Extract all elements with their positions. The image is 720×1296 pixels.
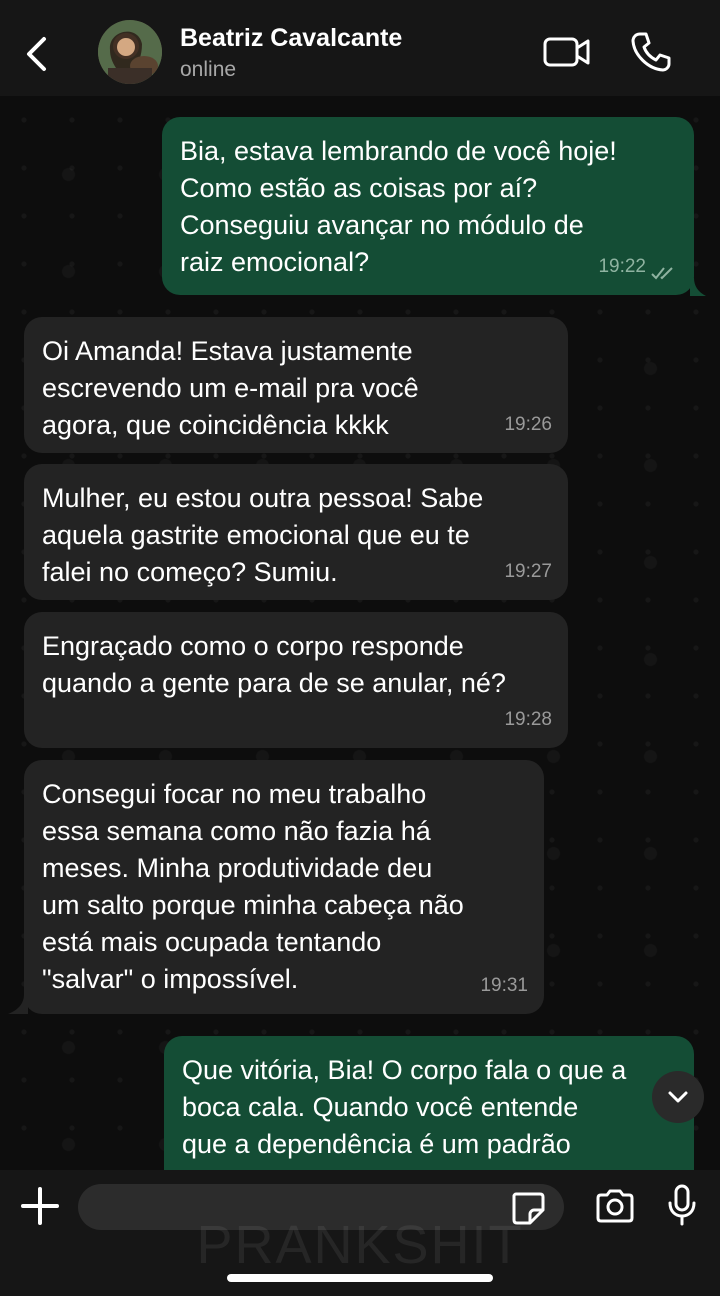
contact-name[interactable]: Beatriz Cavalcante bbox=[180, 24, 402, 53]
message-text: Oi Amanda! Estava justamente escrevendo … bbox=[42, 336, 419, 440]
bubble-tail bbox=[8, 994, 28, 1014]
read-ticks-icon bbox=[651, 267, 673, 280]
message-text: Mulher, eu estou outra pessoa! Sabe aque… bbox=[42, 483, 484, 587]
video-call-button[interactable] bbox=[542, 34, 592, 70]
message-time: 19:27 bbox=[504, 561, 552, 582]
back-chevron-icon bbox=[27, 37, 46, 71]
message-bubble-incoming[interactable]: Engraçado como o corpo responde quando a… bbox=[24, 612, 568, 748]
message-time: 19:22 bbox=[598, 256, 646, 277]
home-indicator[interactable] bbox=[227, 1274, 493, 1282]
chevron-down-icon bbox=[668, 1091, 688, 1103]
voice-call-button[interactable] bbox=[630, 30, 672, 74]
video-camera-icon bbox=[543, 37, 590, 67]
contact-status: online bbox=[180, 58, 237, 81]
message-time: 19:26 bbox=[504, 414, 552, 435]
scroll-to-bottom-button[interactable] bbox=[652, 1071, 704, 1123]
avatar-photo bbox=[98, 20, 162, 84]
bubble-tail bbox=[690, 278, 706, 296]
message-text: Que vitória, Bia! O corpo fala o que a b… bbox=[182, 1055, 627, 1159]
phone-icon bbox=[631, 32, 671, 72]
chat-area[interactable]: Bia, estava lembrando de você hoje! Como… bbox=[0, 96, 720, 1170]
back-button[interactable] bbox=[18, 30, 54, 78]
message-bubble-outgoing[interactable]: Que vitória, Bia! O corpo fala o que a b… bbox=[164, 1036, 694, 1170]
message-time: 19:28 bbox=[504, 709, 552, 730]
message-bubble-incoming[interactable]: Oi Amanda! Estava justamente escrevendo … bbox=[24, 317, 568, 453]
message-bubble-incoming[interactable]: Consegui focar no meu trabalho essa sema… bbox=[24, 760, 544, 1014]
message-bubble-incoming[interactable]: Mulher, eu estou outra pessoa! Sabe aque… bbox=[24, 464, 568, 600]
message-text: Engraçado como o corpo responde quando a… bbox=[42, 631, 506, 698]
message-bubble-outgoing[interactable]: Bia, estava lembrando de você hoje! Como… bbox=[162, 117, 694, 295]
message-text: Consegui focar no meu trabalho essa sema… bbox=[42, 779, 464, 994]
watermark-bottom: PRANKSHIT bbox=[196, 1215, 524, 1275]
contact-avatar[interactable] bbox=[98, 20, 162, 84]
chat-header: Beatriz Cavalcante online bbox=[0, 0, 720, 96]
message-time: 19:31 bbox=[480, 975, 528, 996]
